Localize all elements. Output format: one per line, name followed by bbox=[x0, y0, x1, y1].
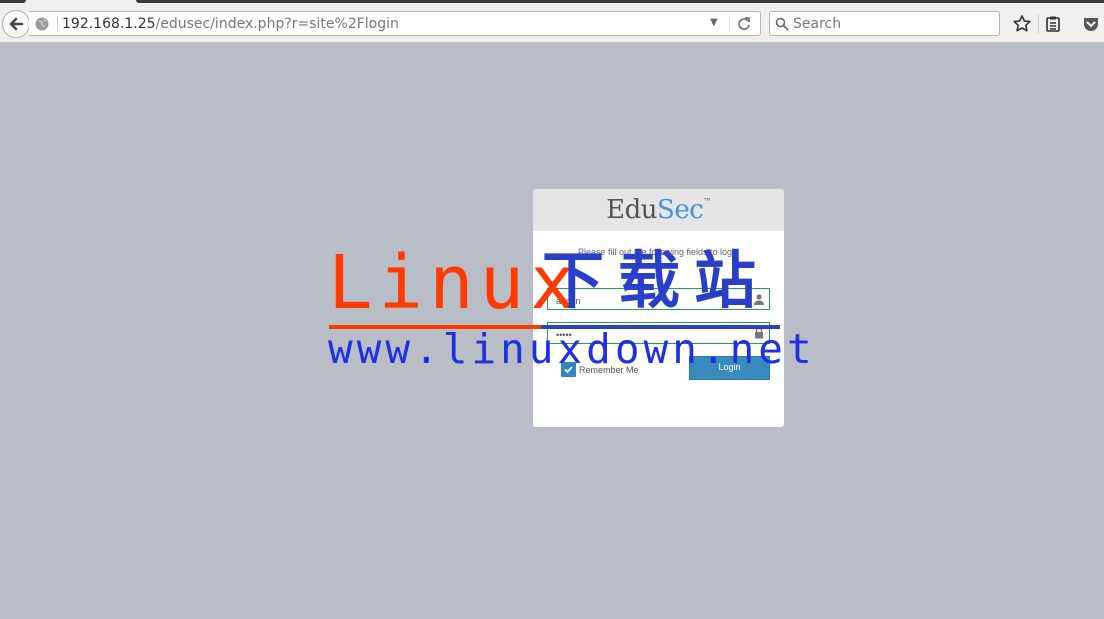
back-button[interactable] bbox=[2, 10, 30, 38]
search-icon bbox=[775, 17, 789, 31]
remember-checkbox[interactable] bbox=[561, 362, 576, 377]
divider bbox=[57, 16, 58, 32]
login-header: EduSec™ bbox=[533, 189, 784, 231]
url-text[interactable]: 192.168.1.25/edusec/index.php?r=site%2Fl… bbox=[62, 16, 399, 32]
watermark-underline bbox=[329, 325, 541, 329]
reload-icon[interactable] bbox=[735, 15, 753, 33]
arrow-left-icon bbox=[9, 17, 24, 31]
divider bbox=[729, 16, 730, 32]
username-input[interactable] bbox=[548, 291, 738, 311]
username-field[interactable] bbox=[547, 288, 770, 311]
search-box[interactable]: Search bbox=[769, 11, 1000, 36]
password-field[interactable] bbox=[547, 322, 770, 345]
edusec-logo: EduSec™ bbox=[606, 195, 711, 225]
pocket-icon[interactable] bbox=[1081, 14, 1101, 34]
lock-icon bbox=[755, 327, 763, 339]
login-button[interactable]: Login bbox=[689, 356, 770, 380]
login-instructions: Please fill out the following fields to … bbox=[577, 247, 740, 257]
check-icon bbox=[564, 366, 573, 374]
user-icon bbox=[754, 294, 764, 305]
remember-label: Remember Me bbox=[579, 364, 639, 375]
reading-list-icon[interactable] bbox=[1043, 14, 1063, 34]
browser-toolbar: 192.168.1.25/edusec/index.php?r=site%2Fl… bbox=[0, 3, 1104, 43]
dropdown-icon[interactable]: ▼ bbox=[710, 17, 718, 28]
divider bbox=[1038, 14, 1039, 34]
globe-icon bbox=[35, 17, 49, 31]
bookmark-star-icon[interactable] bbox=[1012, 14, 1032, 34]
password-input[interactable] bbox=[548, 325, 738, 345]
search-input[interactable]: Search bbox=[793, 16, 841, 32]
login-panel: EduSec™ Please fill out the following fi… bbox=[533, 189, 784, 427]
url-bar[interactable]: 192.168.1.25/edusec/index.php?r=site%2Fl… bbox=[29, 11, 761, 36]
remember-me[interactable]: Remember Me bbox=[561, 362, 639, 377]
